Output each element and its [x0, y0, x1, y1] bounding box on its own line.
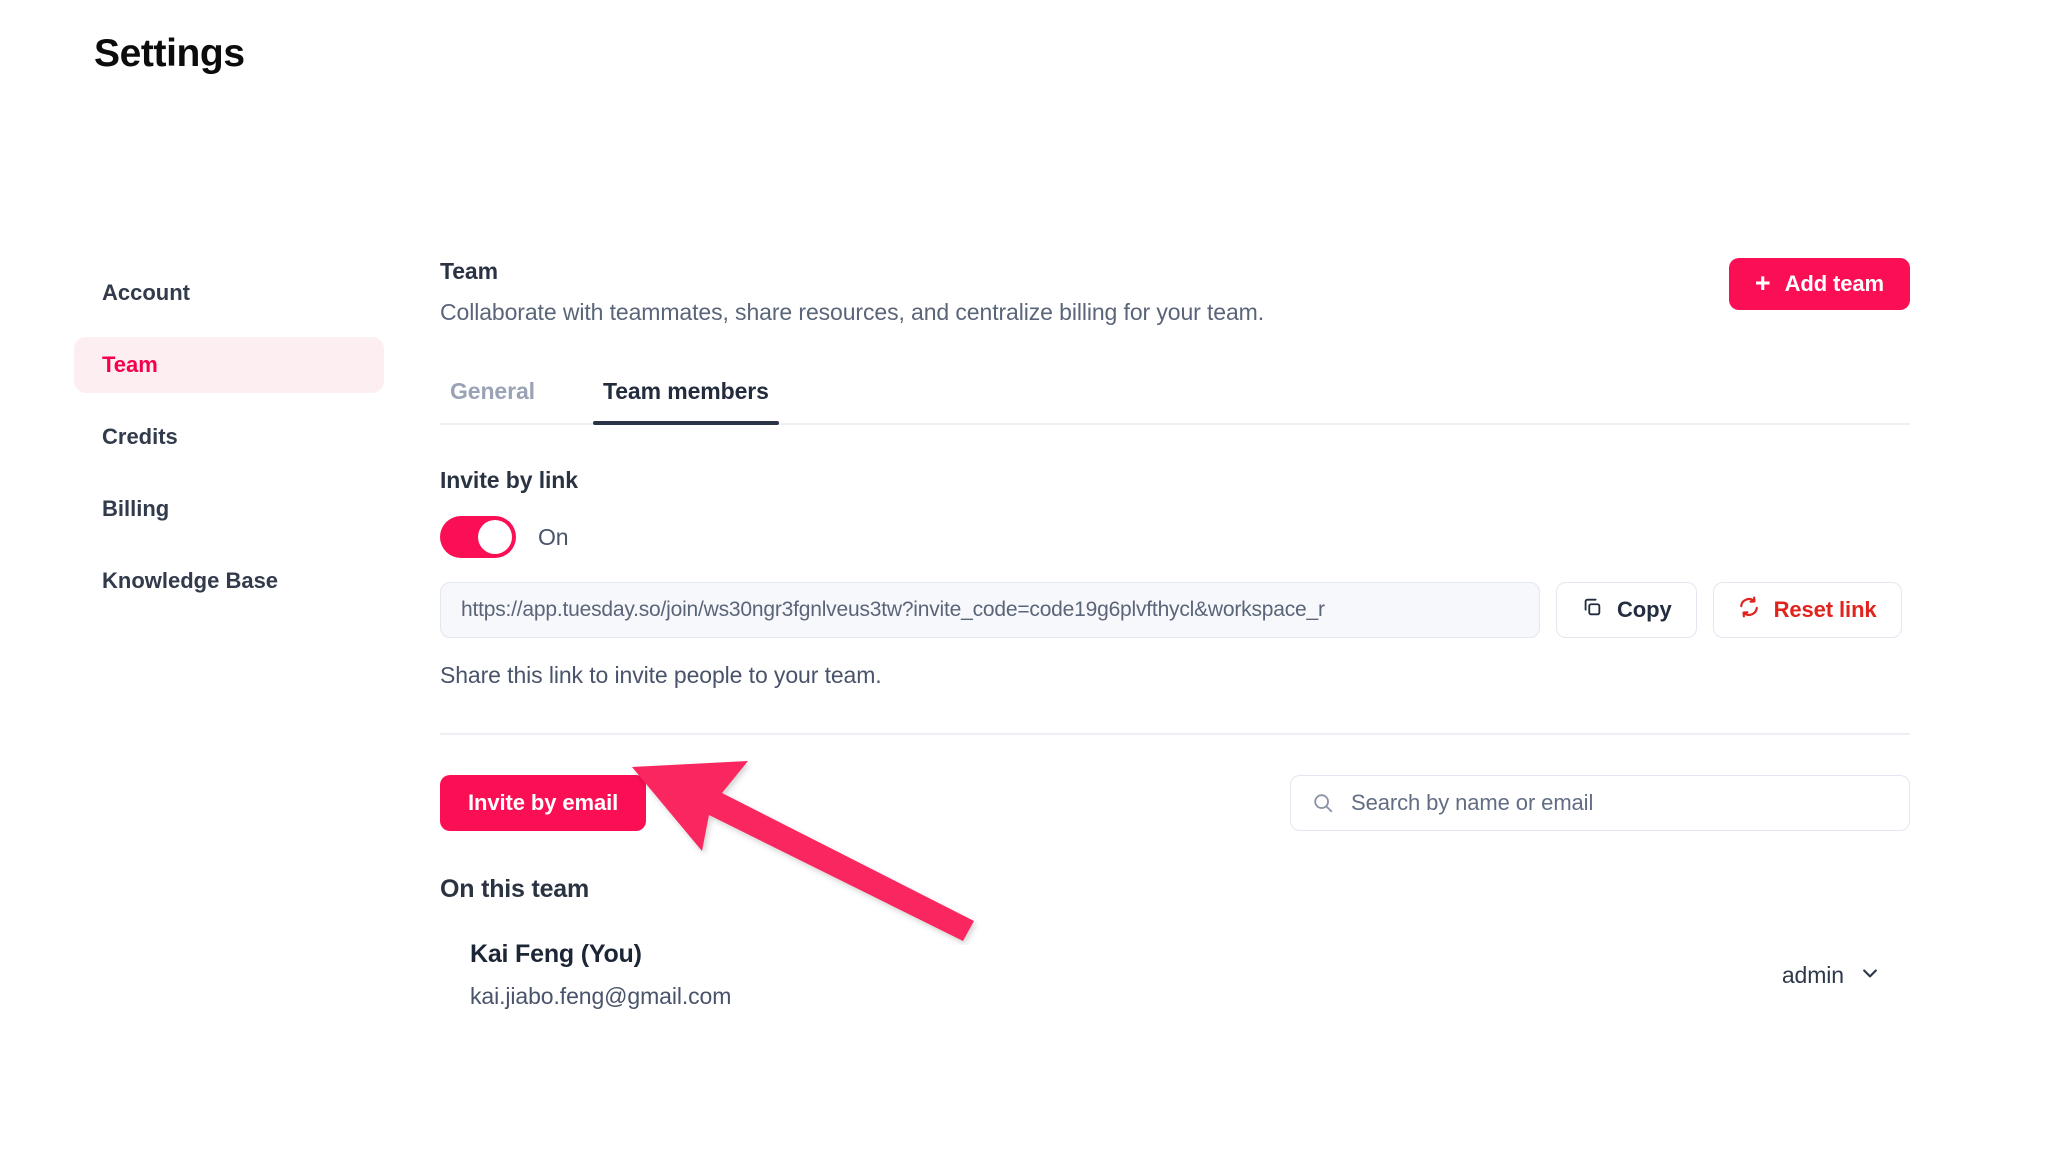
member-email: kai.jiabo.feng@gmail.com	[470, 983, 732, 1009]
copy-button-label: Copy	[1617, 597, 1672, 622]
invite-by-email-button-label: Invite by email	[468, 790, 619, 815]
sidebar-item-label: Team	[102, 352, 158, 377]
invite-by-link-label: Invite by link	[440, 467, 578, 493]
section-divider	[440, 733, 1910, 735]
tab-label: Team members	[602, 378, 769, 404]
page-title: Settings	[94, 32, 245, 75]
sidebar-item-account[interactable]: Account	[74, 265, 384, 321]
settings-page: Settings Account Team Credits Billing Kn…	[0, 0, 2048, 1174]
invite-by-email-button[interactable]: Invite by email	[440, 775, 647, 831]
sidebar-item-team[interactable]: Team	[74, 337, 384, 393]
chevron-down-icon	[1860, 962, 1880, 989]
invite-link-hint: Share this link to invite people to your…	[440, 662, 882, 688]
sidebar-item-billing[interactable]: Billing	[74, 481, 384, 537]
sidebar-item-label: Credits	[102, 424, 178, 449]
sidebar-item-knowledge-base[interactable]: Knowledge Base	[74, 553, 384, 609]
tab-general[interactable]: General	[440, 378, 545, 423]
add-team-button[interactable]: + Add team	[1728, 258, 1910, 310]
toggle-state-label: On	[538, 523, 569, 550]
team-tabs: General Team members	[440, 378, 1910, 425]
refresh-icon	[1738, 596, 1760, 624]
tab-label: General	[450, 378, 535, 404]
add-team-button-label: Add team	[1784, 271, 1885, 296]
tab-team-members[interactable]: Team members	[592, 378, 779, 425]
copy-icon	[1581, 596, 1603, 624]
team-section-header: Team Collaborate with teammates, share r…	[440, 258, 1910, 330]
sidebar-item-label: Billing	[102, 496, 170, 521]
members-toolbar: Invite by email	[440, 775, 1910, 831]
toggle-knob	[478, 520, 512, 554]
table-row: Kai Feng (You) kai.jiabo.feng@gmail.com …	[440, 940, 1910, 1010]
sidebar-item-label: Account	[102, 280, 190, 305]
settings-sidebar: Account Team Credits Billing Knowledge B…	[74, 265, 384, 625]
plus-icon: +	[1754, 267, 1771, 298]
member-role-dropdown[interactable]: admin	[1782, 962, 1910, 989]
invite-link-row: Copy Reset link	[440, 582, 1910, 638]
sidebar-item-label: Knowledge Base	[102, 568, 279, 593]
member-identity: Kai Feng (You) kai.jiabo.feng@gmail.com	[470, 940, 731, 1010]
invite-by-link-toggle[interactable]	[440, 516, 516, 558]
search-field-wrapper	[1290, 775, 1910, 831]
reset-link-button-label: Reset link	[1773, 597, 1877, 622]
reset-link-button[interactable]: Reset link	[1712, 582, 1902, 638]
sidebar-item-credits[interactable]: Credits	[74, 409, 384, 465]
member-role-value: admin	[1781, 961, 1844, 988]
members-list-title: On this team	[440, 875, 590, 903]
section-title: Team	[440, 258, 498, 284]
copy-link-button[interactable]: Copy	[1556, 582, 1697, 638]
search-input[interactable]	[1290, 775, 1910, 831]
invite-link-input[interactable]	[440, 582, 1540, 638]
team-settings-panel: Team Collaborate with teammates, share r…	[440, 258, 1910, 1010]
section-subtitle: Collaborate with teammates, share resour…	[440, 299, 1265, 325]
member-name: Kai Feng (You)	[470, 940, 642, 968]
invite-by-link-toggle-row: On	[440, 516, 1910, 558]
